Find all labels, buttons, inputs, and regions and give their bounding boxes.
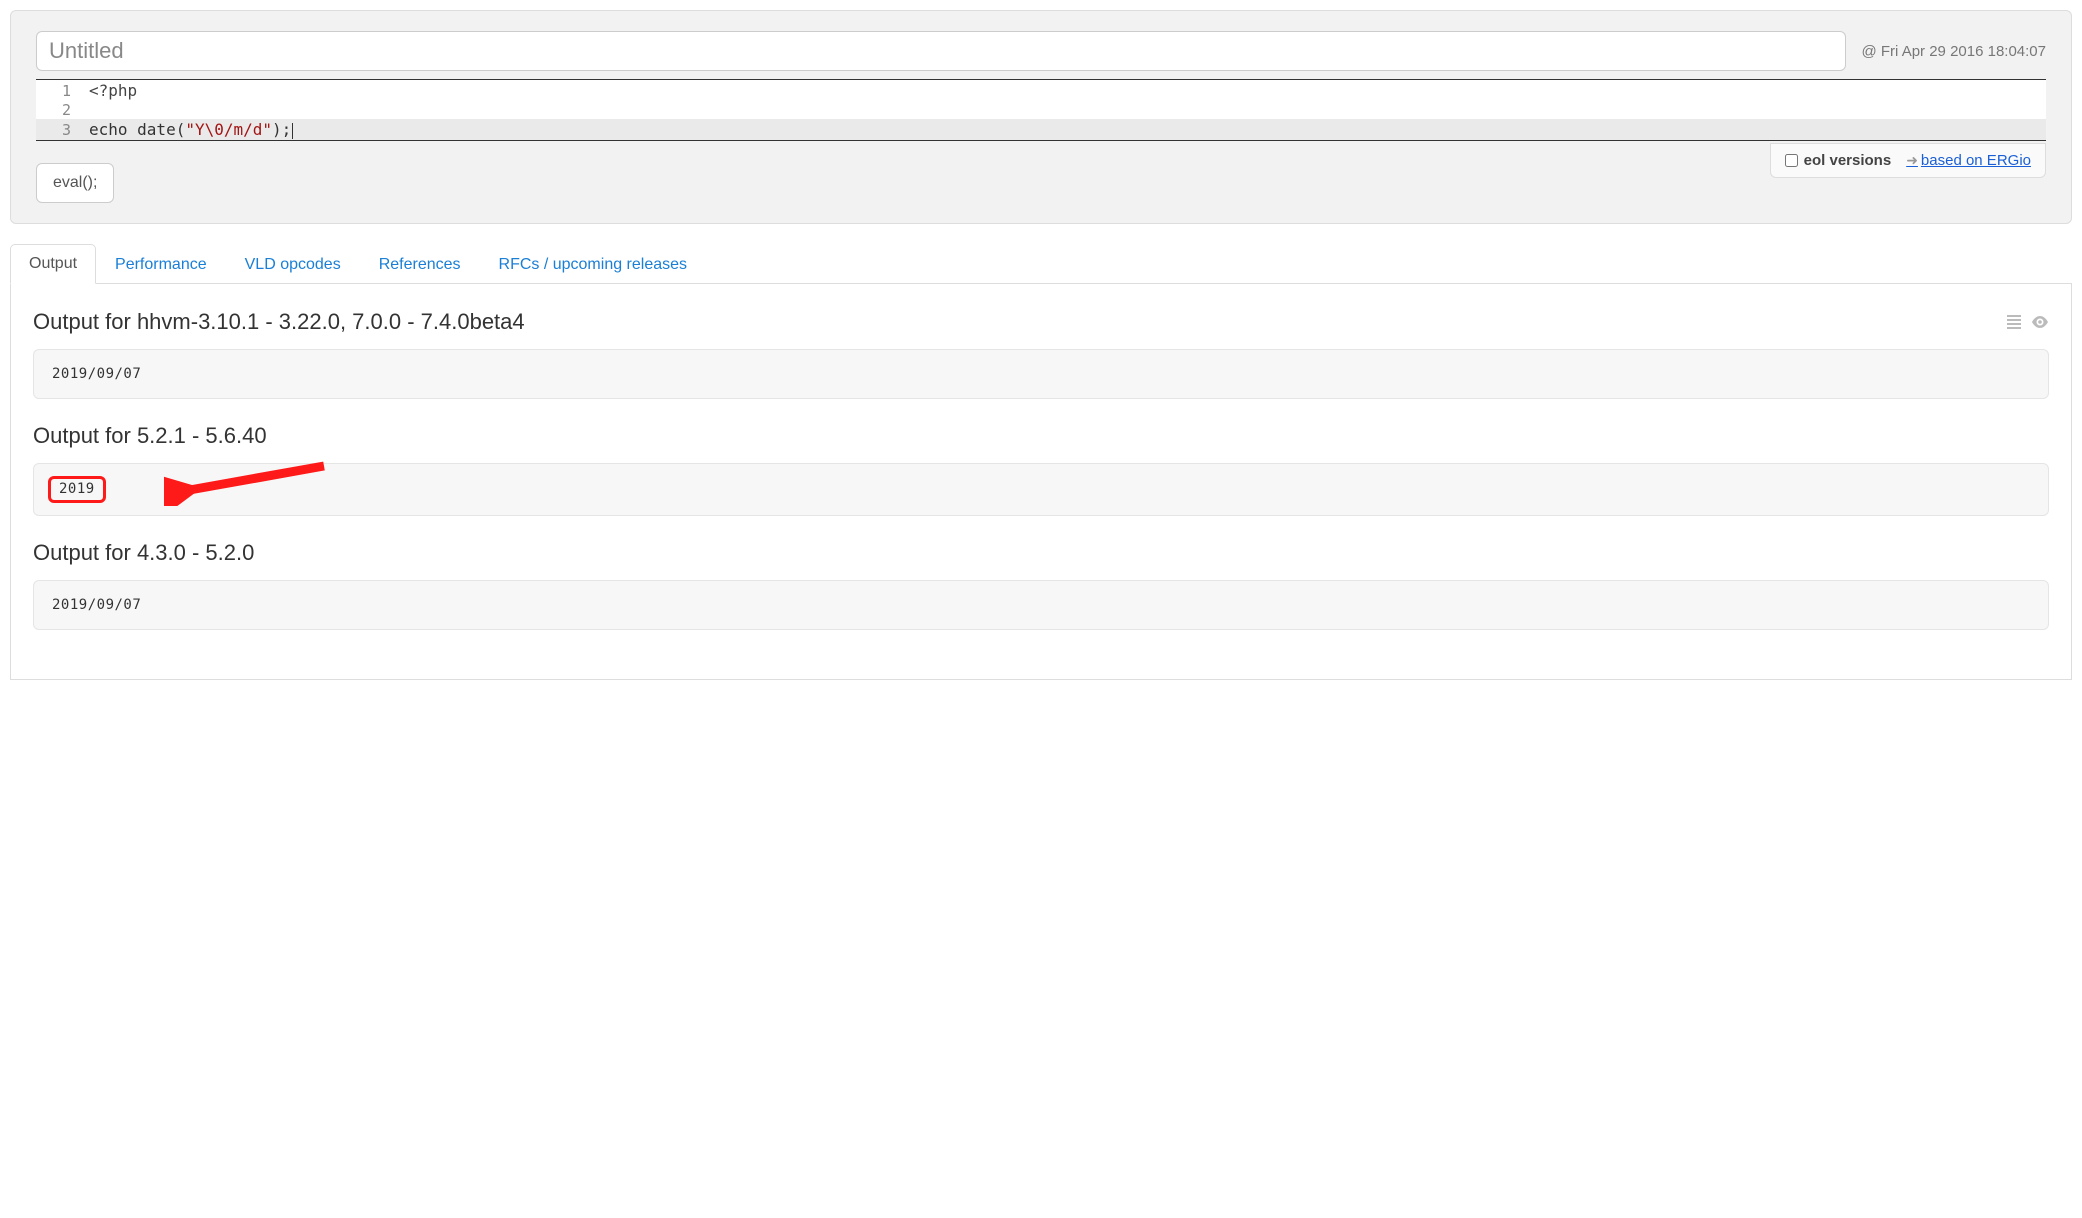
code-text: <?php bbox=[81, 80, 145, 101]
code-text: echo date("Y\0/m/d"); bbox=[81, 119, 301, 140]
eval-button[interactable]: eval(); bbox=[36, 163, 114, 203]
annotation-arrow-icon bbox=[164, 456, 334, 506]
output-block: 2019/09/07 bbox=[33, 349, 2049, 399]
eol-versions-toggle[interactable]: eol versions bbox=[1785, 152, 1892, 169]
tab-references[interactable]: References bbox=[360, 245, 480, 284]
highlighted-output: 2019 bbox=[48, 476, 106, 503]
output-value: 2019 bbox=[59, 481, 95, 497]
editor-footer: eval(); eol versions ➜ based on ERGio bbox=[36, 143, 2046, 203]
options-box: eol versions ➜ based on ERGio bbox=[1770, 143, 2046, 178]
output-heading-text: Output for hhvm-3.10.1 - 3.22.0, 7.0.0 -… bbox=[33, 309, 525, 335]
code-text bbox=[81, 109, 97, 111]
eye-icon[interactable] bbox=[2031, 315, 2049, 329]
output-heading: Output for hhvm-3.10.1 - 3.22.0, 7.0.0 -… bbox=[33, 309, 2049, 335]
code-editor[interactable]: 1 <?php 2 3 echo date("Y\0/m/d"); bbox=[36, 79, 2046, 141]
based-on-label: based on ERGio bbox=[1921, 152, 2031, 169]
output-block: 2019 bbox=[33, 463, 2049, 516]
output-value: 2019/09/07 bbox=[52, 597, 141, 613]
output-value: 2019/09/07 bbox=[52, 366, 141, 382]
title-row: @ Fri Apr 29 2016 18:04:07 bbox=[36, 31, 2046, 71]
timestamp-label: @ Fri Apr 29 2016 18:04:07 bbox=[1861, 43, 2046, 60]
eol-checkbox[interactable] bbox=[1785, 154, 1798, 167]
tab-performance[interactable]: Performance bbox=[96, 245, 226, 284]
line-number: 1 bbox=[36, 82, 81, 100]
tab-output[interactable]: Output bbox=[10, 244, 96, 284]
output-heading-icons bbox=[2007, 315, 2049, 329]
output-block: 2019/09/07 bbox=[33, 580, 2049, 630]
title-input[interactable] bbox=[36, 31, 1846, 71]
line-number: 2 bbox=[36, 101, 81, 119]
code-line: 2 bbox=[36, 101, 2046, 119]
code-line: 1 <?php bbox=[36, 80, 2046, 101]
output-heading: Output for 4.3.0 - 5.2.0 bbox=[33, 540, 2049, 566]
line-number: 3 bbox=[36, 121, 81, 139]
eol-label: eol versions bbox=[1804, 152, 1892, 169]
based-on-link[interactable]: ➜ based on ERGio bbox=[1906, 152, 2031, 169]
output-panel: Output for hhvm-3.10.1 - 3.22.0, 7.0.0 -… bbox=[10, 284, 2072, 680]
tab-bar: Output Performance VLD opcodes Reference… bbox=[10, 244, 2072, 284]
list-icon[interactable] bbox=[2007, 315, 2021, 329]
tab-vld-opcodes[interactable]: VLD opcodes bbox=[226, 245, 360, 284]
code-line: 3 echo date("Y\0/m/d"); bbox=[36, 119, 2046, 140]
editor-panel: @ Fri Apr 29 2016 18:04:07 1 <?php 2 3 e… bbox=[10, 10, 2072, 224]
output-heading-text: Output for 4.3.0 - 5.2.0 bbox=[33, 540, 254, 566]
tab-rfcs[interactable]: RFCs / upcoming releases bbox=[480, 245, 707, 284]
arrow-icon: ➜ bbox=[1906, 152, 1918, 169]
output-heading: Output for 5.2.1 - 5.6.40 bbox=[33, 423, 2049, 449]
output-heading-text: Output for 5.2.1 - 5.6.40 bbox=[33, 423, 267, 449]
